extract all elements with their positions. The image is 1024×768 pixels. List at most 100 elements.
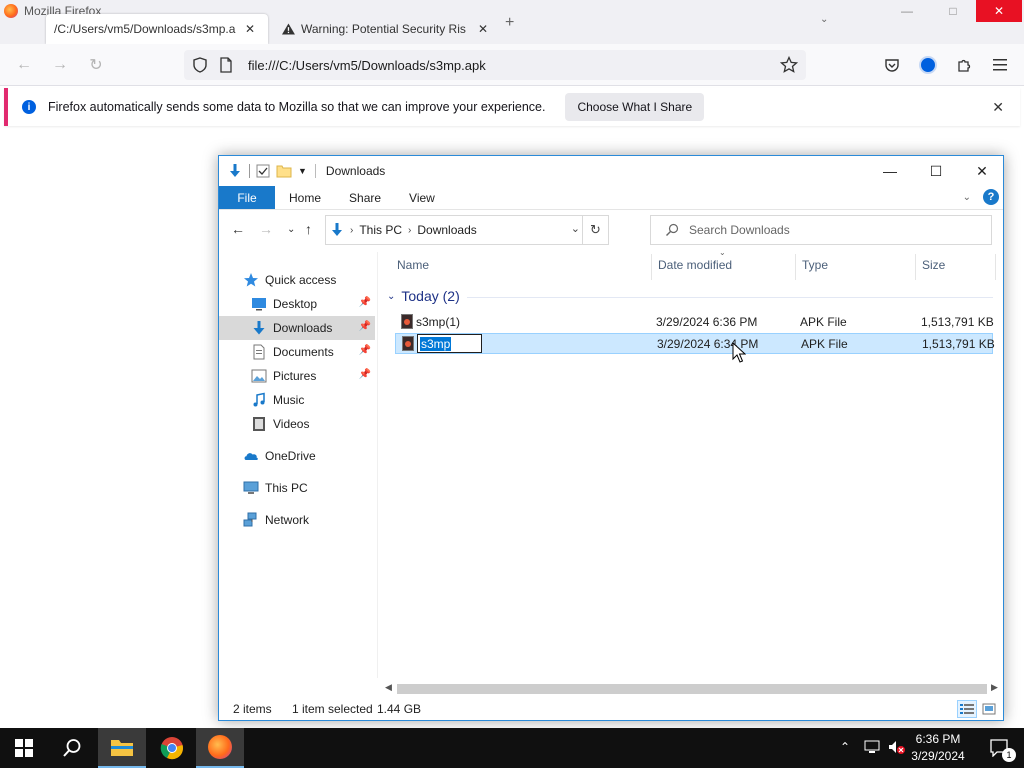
nav-item-downloads[interactable]: Downloads 📌 xyxy=(219,316,375,340)
nav-label: Documents xyxy=(273,345,334,359)
nav-item-desktop[interactable]: Desktop 📌 xyxy=(219,292,375,316)
account-icon[interactable] xyxy=(918,55,938,75)
refresh-button[interactable]: ↻ xyxy=(582,216,608,244)
file-explorer-taskbar-button[interactable] xyxy=(98,728,146,768)
explorer-forward-button[interactable]: → xyxy=(259,221,273,237)
forward-button[interactable]: → xyxy=(48,54,72,76)
system-clock[interactable]: 6:36 PM 3/29/2024 xyxy=(906,731,970,765)
scroll-left-arrow-icon[interactable]: ◀ xyxy=(385,682,392,693)
column-header-type[interactable]: Type xyxy=(802,258,828,272)
nav-this-pc[interactable]: This PC xyxy=(219,476,375,500)
pane-divider[interactable] xyxy=(377,252,378,678)
url-text[interactable]: file:///C:/Users/vm5/Downloads/s3mp.apk xyxy=(248,58,486,73)
details-view-button[interactable] xyxy=(957,700,977,718)
explorer-close-button[interactable]: ✕ xyxy=(959,156,1005,186)
column-separator[interactable] xyxy=(915,254,916,280)
scrollbar-thumb[interactable] xyxy=(397,684,987,694)
nav-item-videos[interactable]: Videos xyxy=(219,412,375,436)
address-history-chevron-icon[interactable]: ⌄ xyxy=(571,222,580,235)
start-button[interactable] xyxy=(0,728,48,768)
explorer-maximize-button[interactable]: ☐ xyxy=(913,156,959,186)
properties-icon[interactable] xyxy=(256,164,270,178)
scroll-right-arrow-icon[interactable]: ▶ xyxy=(991,682,998,693)
new-folder-icon[interactable] xyxy=(276,164,292,178)
customize-quick-access-chevron-icon[interactable]: ▼ xyxy=(298,166,307,176)
ribbon-tab-share[interactable]: Share xyxy=(335,186,395,209)
new-tab-button[interactable]: + xyxy=(505,14,514,34)
file-row[interactable]: s3mp(1) 3/29/2024 6:36 PM APK File 1,513… xyxy=(395,312,994,333)
minimize-window-button[interactable]: — xyxy=(884,0,930,22)
explorer-back-button[interactable]: ← xyxy=(231,221,245,237)
breadcrumb-downloads[interactable]: Downloads xyxy=(417,223,476,237)
firefox-taskbar-button[interactable] xyxy=(196,728,244,768)
reload-button[interactable]: ↻ xyxy=(84,54,108,76)
rename-input[interactable]: s3mp xyxy=(417,334,482,353)
collapse-group-chevron-icon[interactable]: ⌄ xyxy=(387,291,395,302)
close-window-button[interactable]: ✕ xyxy=(976,0,1022,22)
nav-onedrive[interactable]: OneDrive xyxy=(219,444,375,468)
help-icon[interactable]: ? xyxy=(983,189,999,205)
explorer-minimize-button[interactable]: — xyxy=(867,156,913,186)
back-button[interactable]: ← xyxy=(12,54,36,76)
list-all-tabs-icon[interactable]: ⌄ xyxy=(820,14,828,25)
nav-label: Videos xyxy=(273,417,310,431)
file-name[interactable]: s3mp(1) xyxy=(416,315,460,329)
url-bar[interactable]: file:///C:/Users/vm5/Downloads/s3mp.apk xyxy=(184,50,806,80)
maximize-window-button[interactable]: □ xyxy=(930,0,976,22)
status-selected-count: 1 item selected xyxy=(292,702,373,716)
notification-count-badge: 1 xyxy=(1002,748,1016,762)
nav-quick-access[interactable]: Quick access xyxy=(219,268,375,292)
address-bar[interactable]: › This PC › Downloads ⌄ ↻ xyxy=(325,215,609,245)
column-separator[interactable] xyxy=(795,254,796,280)
nav-item-music[interactable]: Music xyxy=(219,388,375,412)
breadcrumb-separator-icon[interactable]: › xyxy=(408,225,411,236)
ribbon-tab-home[interactable]: Home xyxy=(275,186,335,209)
hamburger-menu-icon[interactable] xyxy=(990,55,1010,75)
ribbon-tab-file[interactable]: File xyxy=(219,186,275,209)
close-notification-icon[interactable]: ✕ xyxy=(992,99,1004,116)
search-box[interactable] xyxy=(650,215,992,245)
action-center-button[interactable]: 1 xyxy=(976,728,1024,768)
search-icon xyxy=(666,223,679,236)
column-separator[interactable] xyxy=(995,254,996,280)
rename-selected-text: s3mp xyxy=(420,336,452,351)
horizontal-scrollbar[interactable]: ◀ ▶ xyxy=(381,682,1003,696)
choose-what-i-share-button[interactable]: Choose What I Share xyxy=(565,93,705,121)
bookmark-star-icon[interactable] xyxy=(780,56,798,74)
music-icon xyxy=(253,392,265,407)
nav-item-documents[interactable]: Documents 📌 xyxy=(219,340,375,364)
volume-muted-icon[interactable] xyxy=(888,740,906,757)
chrome-taskbar-button[interactable] xyxy=(148,728,196,768)
column-header-date-modified[interactable]: Date modified xyxy=(658,258,732,272)
show-hidden-icons-chevron-icon[interactable]: ⌃ xyxy=(840,740,850,754)
column-separator[interactable] xyxy=(651,254,652,280)
page-info-icon[interactable] xyxy=(218,57,234,73)
group-header-today[interactable]: ⌄ Today (2) xyxy=(387,288,460,304)
column-header-size[interactable]: Size xyxy=(922,258,945,272)
large-icons-view-button[interactable] xyxy=(979,700,999,718)
tab-close-icon[interactable]: ✕ xyxy=(478,22,488,36)
tab-file-apk[interactable]: /C:/Users/vm5/Downloads/s3mp.a ✕ xyxy=(46,14,268,44)
network-tray-icon[interactable] xyxy=(864,740,880,757)
up-one-level-button[interactable]: ↑ xyxy=(305,221,312,237)
pocket-icon[interactable] xyxy=(882,55,902,75)
search-taskbar-button[interactable] xyxy=(48,728,96,768)
breadcrumb-this-pc[interactable]: This PC xyxy=(359,223,402,237)
tracking-protection-shield-icon[interactable] xyxy=(192,57,208,73)
breadcrumb-separator-icon[interactable]: › xyxy=(350,225,353,236)
tab-close-icon[interactable]: ✕ xyxy=(245,22,255,36)
nav-network[interactable]: Network xyxy=(219,508,375,532)
ribbon-tab-view[interactable]: View xyxy=(395,186,449,209)
file-row-selected[interactable]: s3mp 3/29/2024 6:34 PM APK File 1,513,79… xyxy=(395,333,995,354)
expand-ribbon-chevron-icon[interactable]: ⌄ xyxy=(963,192,971,203)
recent-locations-chevron-icon[interactable]: ⌄ xyxy=(287,224,295,235)
pictures-icon xyxy=(251,369,267,383)
network-icon xyxy=(243,512,257,527)
file-type: APK File xyxy=(801,337,848,351)
column-header-name[interactable]: Name xyxy=(397,258,429,272)
search-input[interactable] xyxy=(689,223,969,237)
tab-security-warning[interactable]: Warning: Potential Security Ris ✕ xyxy=(274,14,496,44)
download-arrow-icon[interactable] xyxy=(227,163,243,179)
nav-item-pictures[interactable]: Pictures 📌 xyxy=(219,364,375,388)
extensions-icon[interactable] xyxy=(954,55,974,75)
